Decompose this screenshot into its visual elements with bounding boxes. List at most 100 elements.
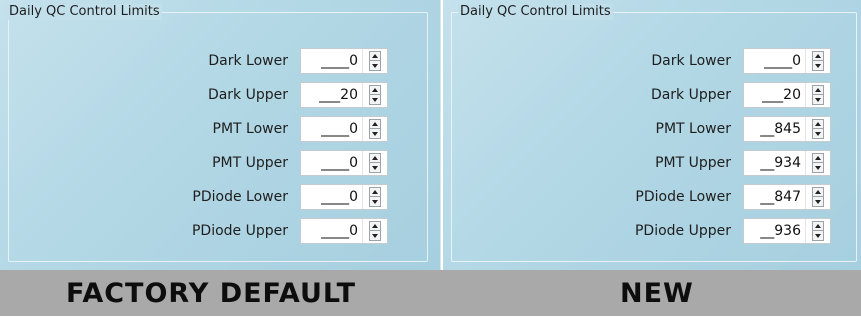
- triangle-down-icon: [815, 233, 821, 238]
- spinbox-buttons: [363, 219, 387, 243]
- spinbox-value[interactable]: __936: [744, 219, 806, 243]
- spin-up-button[interactable]: [369, 221, 381, 231]
- spinbox-value[interactable]: ____0: [301, 151, 363, 175]
- spinbox-value[interactable]: __934: [744, 151, 806, 175]
- spinbox-value[interactable]: ____0: [744, 49, 806, 73]
- triangle-up-icon: [372, 122, 378, 126]
- spinbox-buttons: [363, 185, 387, 209]
- triangle-up-icon: [372, 156, 378, 160]
- field-row: PDiode Upper ____0: [0, 218, 388, 244]
- spinbox-value[interactable]: __847: [744, 185, 806, 209]
- field-label: PMT Lower: [212, 121, 288, 137]
- spin-up-button[interactable]: [812, 153, 824, 163]
- triangle-down-icon: [372, 131, 378, 136]
- field-label: Dark Upper: [207, 87, 288, 103]
- triangle-down-icon: [815, 97, 821, 102]
- spin-down-button[interactable]: [812, 129, 824, 139]
- spinbox-buttons: [806, 117, 830, 141]
- field-label: PMT Upper: [655, 155, 731, 171]
- caption-bar: FACTORY DEFAULT NEW: [0, 270, 861, 316]
- triangle-up-icon: [815, 224, 821, 228]
- spinbox-value[interactable]: ____0: [301, 49, 363, 73]
- triangle-down-icon: [815, 131, 821, 136]
- triangle-up-icon: [372, 190, 378, 194]
- spinbox-value[interactable]: ___20: [744, 83, 806, 107]
- spinbox-buttons: [806, 151, 830, 175]
- spin-up-button[interactable]: [369, 119, 381, 129]
- spin-down-button[interactable]: [812, 95, 824, 105]
- spin-up-button[interactable]: [369, 85, 381, 95]
- spin-down-button[interactable]: [369, 197, 381, 207]
- spinbox-buttons: [363, 49, 387, 73]
- triangle-up-icon: [372, 88, 378, 92]
- numeric-spinbox[interactable]: ____0: [300, 48, 388, 74]
- field-label: PMT Lower: [655, 121, 731, 137]
- caption-factory-default: FACTORY DEFAULT: [66, 278, 357, 309]
- field-row: Dark Upper ___20: [0, 82, 388, 108]
- field-label: Dark Lower: [651, 53, 731, 69]
- numeric-spinbox[interactable]: ___20: [300, 82, 388, 108]
- numeric-spinbox[interactable]: __847: [743, 184, 831, 210]
- triangle-up-icon: [815, 156, 821, 160]
- factory-default-panel: Daily QC Control Limits Dark Lower ____0 D…: [0, 0, 441, 270]
- numeric-spinbox[interactable]: __934: [743, 150, 831, 176]
- field-label: PDiode Upper: [191, 223, 288, 239]
- numeric-spinbox[interactable]: ____0: [300, 218, 388, 244]
- spinbox-buttons: [806, 219, 830, 243]
- field-row: PMT Lower __845: [443, 116, 831, 142]
- spin-down-button[interactable]: [812, 231, 824, 241]
- spin-up-button[interactable]: [812, 85, 824, 95]
- numeric-spinbox[interactable]: __936: [743, 218, 831, 244]
- triangle-up-icon: [815, 88, 821, 92]
- triangle-down-icon: [815, 199, 821, 204]
- spin-up-button[interactable]: [812, 187, 824, 197]
- triangle-down-icon: [815, 165, 821, 170]
- spinbox-value[interactable]: ____0: [301, 185, 363, 209]
- triangle-down-icon: [372, 63, 378, 68]
- numeric-spinbox[interactable]: ___20: [743, 82, 831, 108]
- numeric-spinbox[interactable]: ____0: [300, 184, 388, 210]
- spinbox-value[interactable]: ____0: [301, 219, 363, 243]
- spinbox-value[interactable]: __845: [744, 117, 806, 141]
- spin-up-button[interactable]: [812, 51, 824, 61]
- field-label: PDiode Lower: [192, 189, 288, 205]
- caption-new: NEW: [620, 278, 694, 309]
- spin-down-button[interactable]: [369, 163, 381, 173]
- spinbox-buttons: [363, 117, 387, 141]
- numeric-spinbox[interactable]: ____0: [743, 48, 831, 74]
- numeric-spinbox[interactable]: ____0: [300, 150, 388, 176]
- field-row: PDiode Lower ____0: [0, 184, 388, 210]
- spin-down-button[interactable]: [812, 163, 824, 173]
- spin-down-button[interactable]: [812, 61, 824, 71]
- triangle-down-icon: [815, 63, 821, 68]
- field-row: PMT Lower ____0: [0, 116, 388, 142]
- numeric-spinbox[interactable]: __845: [743, 116, 831, 142]
- spin-up-button[interactable]: [812, 119, 824, 129]
- triangle-down-icon: [372, 233, 378, 238]
- triangle-up-icon: [372, 54, 378, 58]
- spinbox-buttons: [363, 83, 387, 107]
- spin-up-button[interactable]: [369, 153, 381, 163]
- field-row: Dark Lower ____0: [0, 48, 388, 74]
- spinbox-buttons: [806, 83, 830, 107]
- numeric-spinbox[interactable]: ____0: [300, 116, 388, 142]
- spin-down-button[interactable]: [812, 197, 824, 207]
- spin-down-button[interactable]: [369, 231, 381, 241]
- triangle-down-icon: [372, 199, 378, 204]
- spinbox-buttons: [806, 185, 830, 209]
- spin-down-button[interactable]: [369, 95, 381, 105]
- field-row: Dark Upper ___20: [443, 82, 831, 108]
- spin-up-button[interactable]: [369, 187, 381, 197]
- groupbox-title: Daily QC Control Limits: [7, 4, 162, 20]
- triangle-down-icon: [372, 165, 378, 170]
- spin-up-button[interactable]: [812, 221, 824, 231]
- field-row: PDiode Upper __936: [443, 218, 831, 244]
- spinbox-value[interactable]: ____0: [301, 117, 363, 141]
- spin-down-button[interactable]: [369, 61, 381, 71]
- spin-down-button[interactable]: [369, 129, 381, 139]
- spinbox-value[interactable]: ___20: [301, 83, 363, 107]
- triangle-down-icon: [372, 97, 378, 102]
- spinbox-buttons: [363, 151, 387, 175]
- triangle-up-icon: [815, 54, 821, 58]
- spin-up-button[interactable]: [369, 51, 381, 61]
